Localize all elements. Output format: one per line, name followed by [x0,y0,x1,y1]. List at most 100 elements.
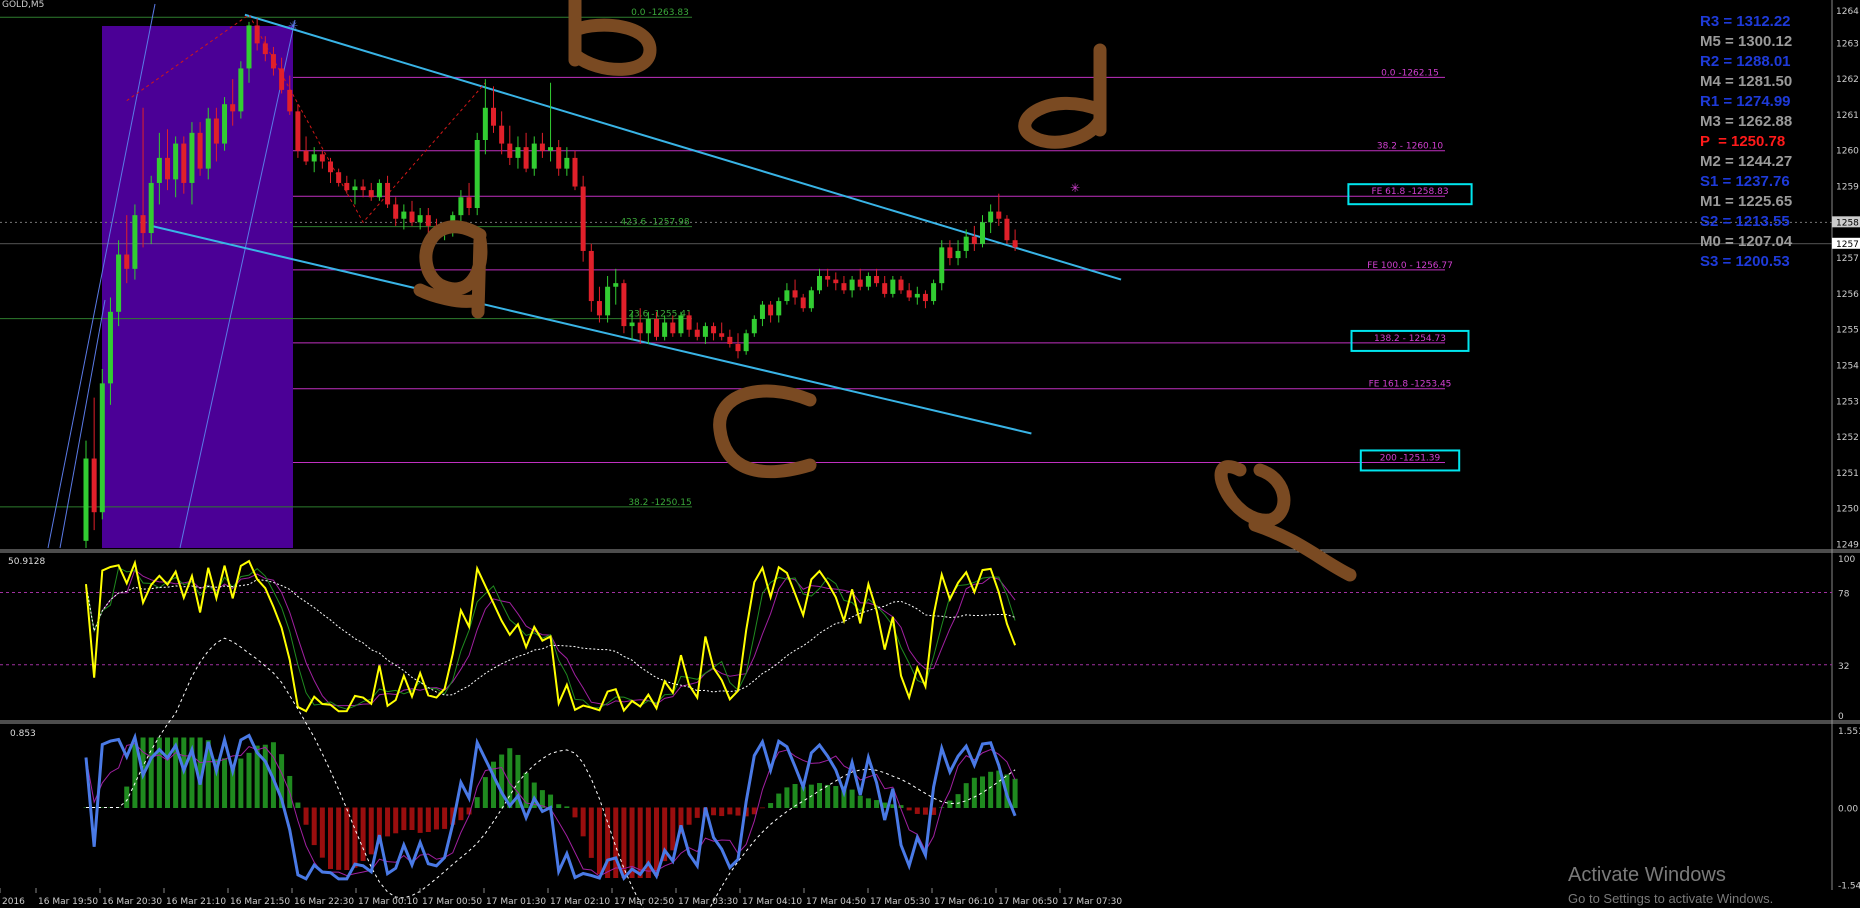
macd-histogram-bar [564,806,570,808]
candle-body [800,297,806,309]
time-tick-label: 16 Mar 21:50 [230,897,290,907]
time-tick-label: 2016 [2,897,25,907]
pivot-value: 1207.04 [1737,233,1793,250]
candle-body [287,89,293,112]
candle-body [466,197,472,208]
candle-body [352,186,358,191]
fib-level-label: FE 161.8 -1253.45 [1369,380,1452,390]
stoch-value-label: 50.9128 [8,557,45,567]
pivot-value: 1225.65 [1737,193,1793,210]
pivot-label: M0 [1700,233,1721,250]
pivot-row-s3: S3 = 1200.53 [1700,253,1790,270]
candle-body [344,182,350,191]
pivot-label: M5 [1700,33,1721,50]
pivot-label: S3 [1700,253,1719,270]
pivot-value: 1281.50 [1737,73,1793,90]
pivot-label: R1 [1700,93,1720,110]
pivot-value: 1312.22 [1736,13,1791,30]
candle-body [751,318,757,334]
time-tick-label: 16 Mar 20:30 [102,897,162,907]
macd-value-label: 0.853 [10,729,36,739]
macd-histogram-bar [947,800,953,808]
macd-histogram-bar [914,807,920,814]
macd-histogram-bar [955,794,961,808]
candle-body [91,458,97,513]
macd-histogram-bar [849,789,855,808]
candle-body [458,197,464,216]
pivot-label: M2 [1700,153,1721,170]
pivot-value: 1237.76 [1735,173,1790,190]
trading-chart[interactable]: 0.0 -1263.83 0.0 -1262.15 38.2 - 1260.10 FE… [0,0,1860,908]
pivot-value: 1213.55 [1735,213,1790,230]
candle-body [711,326,717,334]
macd-histogram-bar [417,807,423,833]
fractal-arrow-icon: ✳ [1070,181,1080,195]
candle-body [572,157,578,187]
price-tick-label: 1254 [1836,361,1859,371]
pivot-label: S1 [1700,173,1719,190]
candle-body [107,311,113,384]
fib-level-label: FE 100.0 - 1256.77 [1367,261,1453,271]
candle-body [116,254,122,312]
candle-body [670,322,676,334]
macd-histogram-bar [980,776,985,808]
time-tick-label: 17 Mar 00:10 [358,897,418,907]
macd-histogram-bar [874,800,880,808]
candle-body [588,250,594,302]
macd-histogram-bar [637,807,643,878]
macd-histogram-bar [556,804,562,808]
macd-histogram-bar [165,737,170,808]
candle-body [197,132,203,169]
candle-body [295,111,301,151]
fib-level-label: 0.0 -1263.83 [631,8,689,18]
macd-histogram-bar [776,793,782,808]
candle-body [865,276,871,287]
pivot-row-m3: M3 = 1262.88 [1700,113,1793,130]
price-tick-label: 1250 [1836,505,1859,515]
candle-body [914,293,920,298]
candle-body [939,247,945,284]
macd-histogram-bar [124,786,130,808]
time-tick-label: 17 Mar 05:30 [870,897,930,907]
macd-histogram-bar [425,807,431,832]
candle-body [702,326,708,337]
macd-histogram-bar [735,807,741,816]
macd-histogram-bar [222,758,228,808]
pivot-value: 1244.27 [1737,153,1793,170]
macd-histogram-bar [711,807,717,816]
macd-histogram-bar [971,777,977,808]
candle-body [523,147,529,169]
fib-level-label: 0.0 -1262.15 [1381,68,1439,78]
candle-body [376,182,382,198]
pivot-row-s2: S2 = 1213.55 [1700,213,1790,230]
pivot-label: R3 [1700,13,1720,30]
candle-body [499,125,505,144]
macd-histogram-bar [572,807,578,818]
candle-body [328,161,333,173]
macd-histogram-bar [319,807,325,858]
fib-level-label: FE 61.8 -1258.83 [1371,187,1448,197]
macd-histogram-bar [336,807,342,870]
candle-body [719,333,725,337]
macd-histogram-bar [442,807,448,829]
candle-body [303,150,309,162]
pivot-label: S2 [1700,213,1719,230]
candle-body [898,279,904,291]
activate-windows-watermark: Activate Windows Go to Settings to activ… [1568,864,1773,906]
candle-body [963,236,969,251]
pivot-row-m2: M2 = 1244.27 [1700,153,1793,170]
macd-histogram-bar [311,807,317,846]
macd-histogram-bar [694,807,700,818]
pivot-label: M4 [1700,73,1721,90]
candle-body [784,290,790,302]
macd-histogram-bar [401,807,407,831]
candle-body [849,279,855,291]
candle-body [857,279,863,287]
macd-histogram-bar [963,783,969,808]
stoch-tick-label: 100 [1838,555,1855,565]
candle-body [882,283,888,294]
candle-body [988,211,994,223]
macd-histogram-bar [262,744,268,808]
candle-body [662,322,668,337]
time-tick-label: 17 Mar 02:10 [550,897,610,907]
